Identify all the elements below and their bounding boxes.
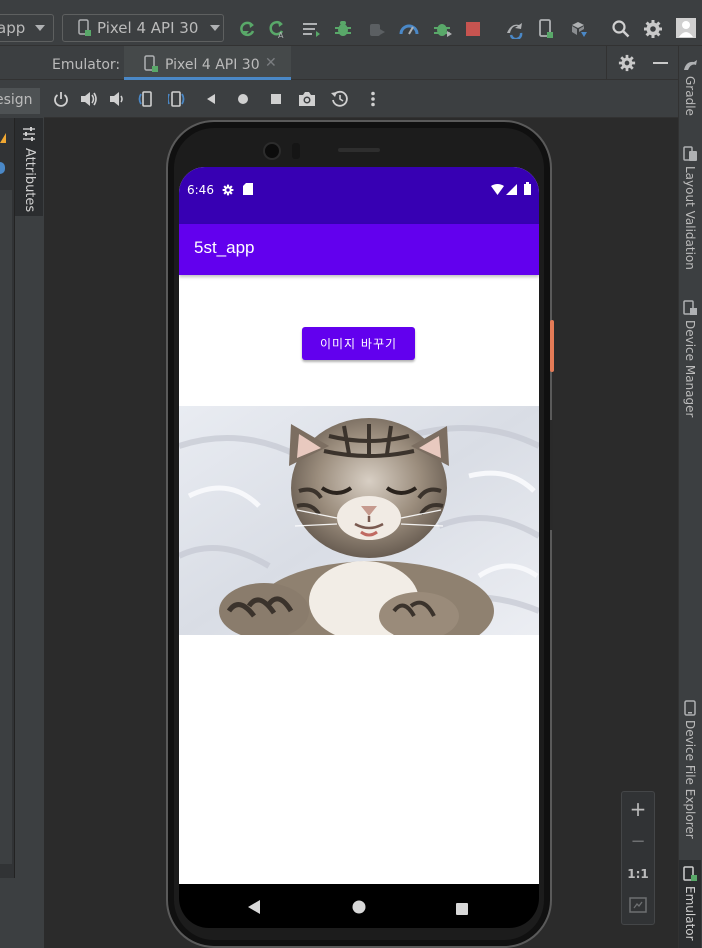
proximity-sensor xyxy=(292,143,300,159)
screenshot-icon[interactable] xyxy=(298,90,316,108)
attributes-tab-label: Attributes xyxy=(22,148,37,213)
layout-validation-tab-label: Layout Validation xyxy=(683,166,697,270)
front-camera xyxy=(263,142,281,160)
phone-power-button[interactable] xyxy=(550,420,553,530)
volume-up-icon[interactable] xyxy=(80,90,98,108)
design-tab-label: esign xyxy=(0,92,33,108)
device-screen[interactable]: 6:46 5st_app 이미지 바꾸기 xyxy=(179,167,539,884)
zoom-out-button[interactable]: − xyxy=(621,830,655,852)
emulator-icon xyxy=(683,866,697,881)
apply-changes-icon[interactable] xyxy=(236,18,258,40)
apply-changes-restart-icon[interactable] xyxy=(432,18,454,40)
volume-down-icon[interactable] xyxy=(108,90,126,108)
snapshot-icon[interactable] xyxy=(331,90,349,108)
attributes-tab[interactable]: Attributes xyxy=(15,118,43,216)
sd-card-icon xyxy=(243,183,253,195)
nav-back-icon[interactable] xyxy=(247,899,261,918)
design-tab[interactable]: esign xyxy=(0,88,40,114)
stop-icon[interactable] xyxy=(462,18,484,40)
overview-icon[interactable] xyxy=(267,90,285,108)
emulator-label: Emulator: xyxy=(52,57,121,73)
phone-volume-button[interactable] xyxy=(550,320,554,372)
attach-debugger-icon[interactable] xyxy=(366,18,388,40)
nav-overview-icon[interactable] xyxy=(456,900,468,919)
layout-validation-icon xyxy=(683,146,697,161)
device-icon xyxy=(78,19,91,36)
palette-panel xyxy=(0,118,15,878)
home-icon[interactable] xyxy=(234,90,252,108)
kitten-image xyxy=(179,406,539,635)
gradle-tab-label: Gradle xyxy=(683,76,697,116)
battery-icon xyxy=(524,182,531,195)
palette-scroll-track[interactable] xyxy=(0,190,12,864)
device-file-explorer-icon xyxy=(684,700,696,716)
rotate-right-icon[interactable] xyxy=(168,90,186,108)
logcat-icon[interactable] xyxy=(300,18,322,40)
actual-size-button[interactable]: 1:1 xyxy=(621,864,655,884)
apply-code-changes-icon[interactable]: A xyxy=(266,18,288,40)
app-bar: 5st_app xyxy=(179,224,539,275)
chevron-down-icon xyxy=(35,25,46,31)
android-status-bar: 6:46 xyxy=(179,167,539,224)
nav-home-icon[interactable] xyxy=(352,899,366,918)
gradle-icon xyxy=(684,60,697,70)
profile-icon[interactable] xyxy=(398,18,420,40)
chevron-down-icon xyxy=(210,25,221,31)
change-image-button[interactable]: 이미지 바꾸기 xyxy=(302,327,415,360)
user-icon[interactable] xyxy=(676,18,696,38)
sdk-manager-icon[interactable] xyxy=(568,18,590,40)
sync-gradle-icon[interactable] xyxy=(503,18,525,40)
device-manager-icon xyxy=(683,300,697,315)
earpiece-speaker xyxy=(338,148,380,152)
device-selector-label: Pixel 4 API 30 xyxy=(97,19,199,37)
zoom-in-button[interactable]: + xyxy=(621,797,655,821)
more-icon[interactable] xyxy=(364,90,382,108)
back-icon[interactable] xyxy=(202,90,220,108)
device-selector[interactable]: Pixel 4 API 30 xyxy=(62,14,224,42)
status-time: 6:46 xyxy=(187,183,214,197)
cell-signal-icon xyxy=(506,184,517,195)
emulator-tab-label: Emulator xyxy=(683,886,697,941)
minimize-icon[interactable] xyxy=(653,62,668,64)
device-manager-tab-label: Device Manager xyxy=(683,320,697,418)
search-icon[interactable] xyxy=(610,18,632,40)
svg-text:A: A xyxy=(278,31,284,39)
close-tab-icon[interactable]: ✕ xyxy=(265,55,277,71)
device-file-explorer-tab-label: Device File Explorer xyxy=(683,720,697,839)
warning-icon xyxy=(0,128,6,143)
power-icon[interactable] xyxy=(52,90,70,108)
wifi-icon xyxy=(491,184,504,195)
run-config-selector[interactable]: app xyxy=(0,14,54,42)
sliders-icon xyxy=(23,127,35,141)
settings-notification-icon xyxy=(222,184,234,196)
device-file-explorer-tab[interactable]: Device File Explorer xyxy=(680,700,700,839)
app-title: 5st_app xyxy=(194,238,255,257)
gradle-tab[interactable]: Gradle xyxy=(680,58,700,116)
fit-screen-icon[interactable] xyxy=(629,897,647,913)
layout-validation-tab[interactable]: Layout Validation xyxy=(680,146,700,270)
header-divider xyxy=(606,46,607,80)
settings-icon[interactable] xyxy=(642,18,664,40)
emulator-settings-icon[interactable] xyxy=(618,54,638,74)
device-icon xyxy=(143,55,159,73)
tab-label: Pixel 4 API 30 xyxy=(165,57,260,73)
emulator-tab[interactable]: Emulator xyxy=(680,866,700,941)
left-header xyxy=(0,46,44,80)
rotate-left-icon[interactable] xyxy=(137,90,155,108)
device-manager-tab[interactable]: Device Manager xyxy=(680,300,700,417)
avd-manager-icon[interactable] xyxy=(536,18,558,40)
run-config-label: app xyxy=(0,19,26,37)
debug-icon[interactable] xyxy=(332,18,354,40)
